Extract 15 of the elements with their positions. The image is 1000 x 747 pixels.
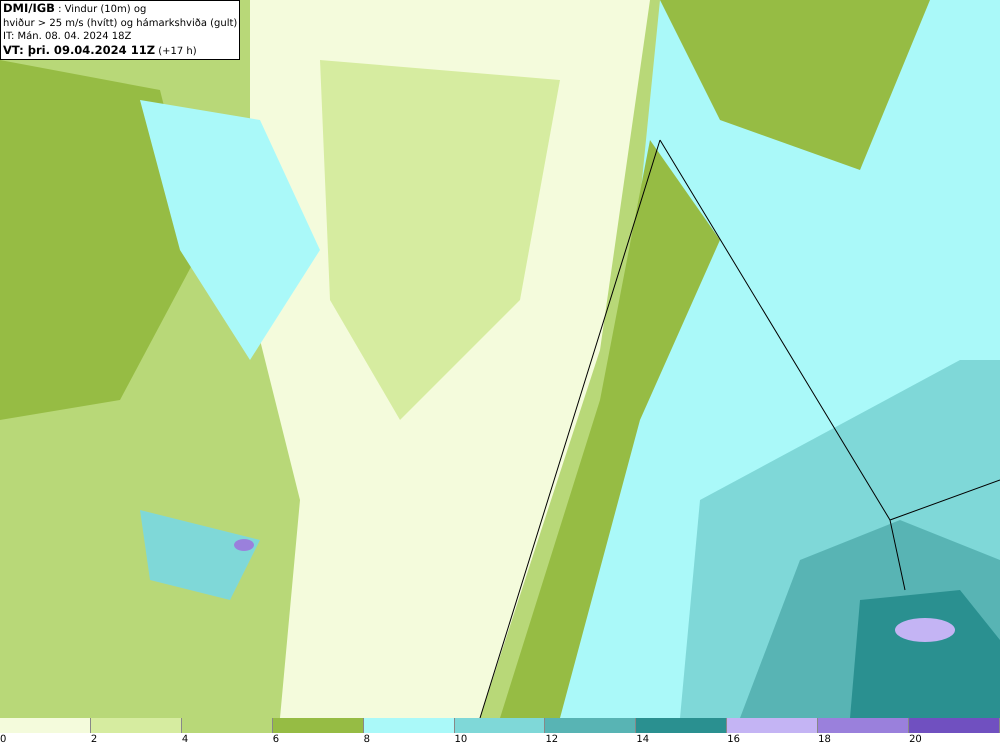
scale-label: 12 [545,733,558,747]
scale-label: 18 [818,733,831,747]
scale-label: 6 [272,733,280,747]
scale-label: 0 [0,733,6,747]
title-line: DMI/IGB : Vindur (10m) og [3,2,148,16]
title-line: VT: þri. 09.04.2024 11Z (+17 h) [3,44,198,58]
title-line: hviður > 25 m/s (hvítt) og hámarkshviða (gult) [3,16,238,30]
scale-label: 4 [182,733,188,747]
title-line: IT: Mán. 08. 04. 2024 18Z [3,30,132,44]
scale-label: 16 [727,733,740,747]
scale-label: 14 [636,733,650,747]
scale-label: 8 [364,733,370,747]
scale-label: 10 [454,733,468,747]
scale-label: 20 [909,733,922,747]
scale-label: 2 [90,733,98,747]
